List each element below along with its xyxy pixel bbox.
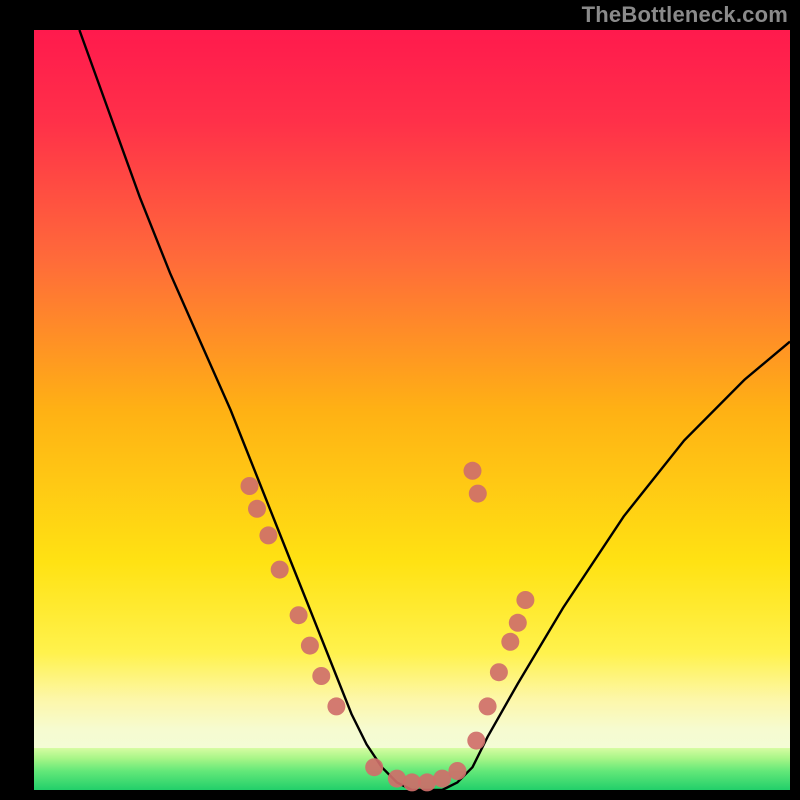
data-marker [467,732,485,750]
data-marker [248,500,266,518]
chart-container: TheBottleneck.com [0,0,800,800]
data-marker [388,770,406,788]
data-marker [365,758,383,776]
data-marker [501,633,519,651]
data-marker [464,462,482,480]
data-marker [241,477,259,495]
watermark-label: TheBottleneck.com [582,2,788,28]
data-marker [469,485,487,503]
data-marker [312,667,330,685]
data-marker [290,606,308,624]
data-marker [509,614,527,632]
plot-area [34,30,790,791]
data-marker [271,561,289,579]
data-marker [479,697,497,715]
chart-svg [0,0,800,800]
data-marker [259,526,277,544]
data-marker [516,591,534,609]
data-marker [448,762,466,780]
data-marker [490,663,508,681]
data-marker [418,773,436,791]
data-marker [301,637,319,655]
gradient-background [34,30,790,790]
data-marker [327,697,345,715]
